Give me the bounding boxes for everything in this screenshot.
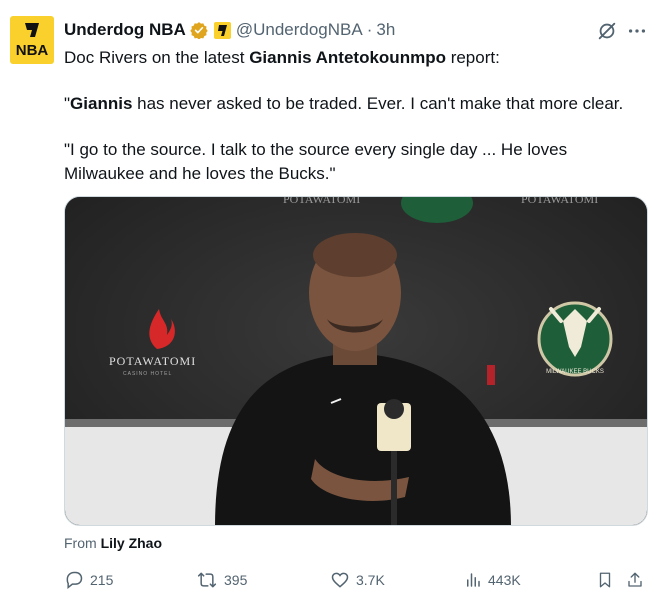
bookmark-icon [599, 572, 611, 588]
bookmark-button[interactable] [596, 568, 620, 592]
repost-icon [197, 572, 217, 588]
player-name-text: Giannis Antetokounmpo [249, 48, 446, 67]
quote-2-line-2: Milwaukee and he loves the Bucks." [64, 164, 336, 183]
author-name[interactable]: Underdog NBA [64, 20, 186, 40]
avatar[interactable]: NBA [10, 16, 54, 64]
tweet-header: Underdog NBA @UnderdogNBA · 3h [64, 18, 395, 42]
verified-badge-icon[interactable] [190, 21, 208, 39]
text-segment: report: [445, 48, 500, 67]
repost-count: 395 [224, 572, 248, 588]
video-frame: POTAWATOMI POTAWATOMI POTAWATOMI CASINO … [65, 197, 647, 525]
reply-count: 215 [90, 572, 114, 588]
bucks-logo-icon: MILWAUKEE BUCKS [537, 301, 613, 377]
author-handle[interactable]: @UnderdogNBA [236, 20, 363, 40]
like-count: 3.7K [356, 572, 385, 588]
grok-icon[interactable] [596, 20, 618, 42]
heart-icon [331, 572, 349, 588]
post-video[interactable]: POTAWATOMI POTAWATOMI POTAWATOMI CASINO … [64, 196, 648, 526]
views-button[interactable]: 443K [464, 568, 521, 592]
action-bar: 215 395 3.7K 443K [64, 568, 648, 592]
header-separator: · [366, 20, 373, 39]
avatar-label: NBA [15, 42, 49, 59]
svg-text:CASINO HOTEL: CASINO HOTEL [123, 371, 172, 377]
text-segment: has never asked to be traded. Ever. I ca… [132, 94, 624, 113]
video-credit: From Lily Zhao [64, 535, 162, 551]
backdrop-brand-text: POTAWATOMI [109, 354, 196, 368]
reply-icon [66, 571, 83, 590]
credit-name[interactable]: Lily Zhao [101, 535, 162, 551]
quote-2-line-1: "I go to the source. I talk to the sourc… [64, 140, 568, 159]
share-icon [628, 572, 642, 587]
reply-button[interactable]: 215 [64, 568, 113, 592]
quote-bold-text: Giannis [70, 94, 133, 113]
share-button[interactable] [626, 568, 650, 592]
views-icon [467, 573, 480, 587]
repost-button[interactable]: 395 [196, 568, 247, 592]
quote-1: "Giannis has never asked to be traded. E… [64, 92, 644, 116]
tweet-text: Doc Rivers on the latest Giannis Antetok… [64, 46, 644, 186]
view-count: 443K [488, 572, 521, 588]
svg-text:POTAWATOMI: POTAWATOMI [521, 197, 598, 206]
backdrop-text: POTAWATOMI [283, 197, 360, 206]
more-options-icon[interactable] [626, 20, 648, 42]
underdog-logo-icon [25, 23, 39, 37]
credit-prefix: From [64, 535, 97, 551]
affiliate-badge-icon[interactable] [213, 21, 231, 39]
tweet-line-1: Doc Rivers on the latest Giannis Antetok… [64, 46, 644, 70]
post-time[interactable]: 3h [376, 20, 395, 40]
text-segment: Doc Rivers on the latest [64, 48, 250, 67]
like-button[interactable]: 3.7K [330, 568, 385, 592]
svg-text:MILWAUKEE BUCKS: MILWAUKEE BUCKS [546, 369, 604, 375]
